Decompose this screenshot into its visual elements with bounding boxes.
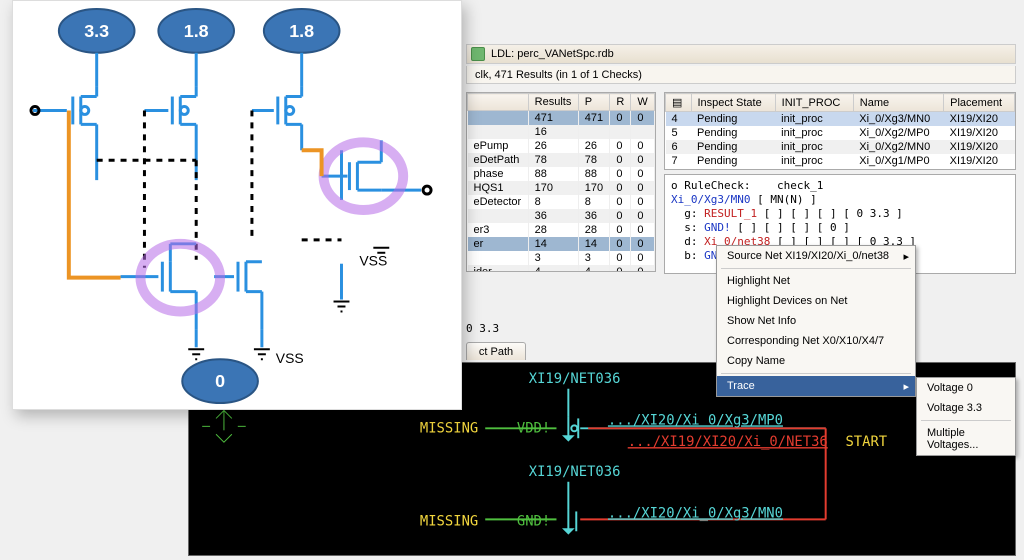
table-row[interactable]: 47147100 — [468, 111, 655, 126]
device-path[interactable]: .../XI20/Xi_0/Xg3/MP0 — [608, 412, 783, 428]
col-p[interactable]: P — [578, 94, 610, 111]
trace-submenu[interactable]: Voltage 0 Voltage 3.3 Multiple Voltages.… — [916, 377, 1016, 456]
missing-label: MISSING — [420, 420, 478, 436]
context-menu[interactable]: Source Net XI19/XI20/Xi_0/net38 Highligh… — [716, 245, 916, 397]
menu-trace[interactable]: Trace▸ — [717, 376, 915, 396]
col-icon[interactable]: ▤ — [666, 94, 692, 112]
table-row[interactable]: 7Pendinginit_procXi_0/Xg1/MP0XI19/XI20 — [666, 154, 1015, 168]
table-row[interactable]: ider4400 — [468, 265, 655, 272]
menu-show-net-info[interactable]: Show Net Info — [717, 311, 915, 331]
voltage-bubble: 3.3 — [84, 21, 109, 41]
net-path[interactable]: .../XI19/XI20/Xi_0/NET36 — [628, 434, 828, 450]
title-label: LDL: perc_VANetSpc.rdb — [491, 48, 614, 60]
col-w[interactable]: W — [631, 94, 655, 111]
table-row[interactable]: 363600 — [468, 209, 655, 223]
table-row[interactable]: 16 — [468, 125, 655, 139]
menu-copy-name[interactable]: Copy Name — [717, 351, 915, 371]
col-r[interactable]: R — [610, 94, 631, 111]
vss-label: VSS — [276, 350, 304, 366]
table-row[interactable]: HQS117017000 — [468, 181, 655, 195]
inspect-table[interactable]: ▤ Inspect State INIT_PROC Name Placement… — [664, 92, 1016, 170]
table-row[interactable]: phase888800 — [468, 167, 655, 181]
submenu-multiple[interactable]: Multiple Voltages... — [917, 423, 1015, 455]
gnd-label: GND! — [517, 513, 550, 529]
submenu-v0[interactable]: Voltage 0 — [917, 378, 1015, 398]
device-path[interactable]: .../XI20/Xi_0/Xg3/MN0 — [608, 505, 783, 521]
rc-node[interactable]: Xi_0/Xg3/MN0 — [671, 193, 750, 206]
col-inspect-state[interactable]: Inspect State — [691, 94, 775, 112]
net-label: XI19/NET036 — [529, 371, 621, 387]
col-init-proc[interactable]: INIT_PROC — [775, 94, 853, 112]
schematic-overlay: 3.3 1.8 1.8 0 — [12, 0, 462, 410]
summary-bar: clk, 471 Results (in 1 of 1 Checks) — [466, 66, 1016, 84]
missing-label: MISSING — [420, 513, 478, 529]
inspect-path-tab[interactable]: ct Path — [466, 342, 526, 360]
menu-source-net[interactable]: Source Net XI19/XI20/Xi_0/net38 — [717, 246, 915, 266]
table-row[interactable]: 4Pendinginit_procXi_0/Xg3/MN0XI19/XI20 — [666, 112, 1015, 127]
net-label: XI19/NET036 — [529, 464, 621, 480]
table-row[interactable]: 3300 — [468, 251, 655, 265]
table-row[interactable]: er141400 — [468, 237, 655, 251]
voltage-bubble: 1.8 — [289, 21, 314, 41]
menu-sep — [721, 268, 911, 269]
title-bar: LDL: perc_VANetSpc.rdb — [466, 44, 1016, 64]
col-name[interactable] — [468, 94, 529, 111]
vss-label: VSS — [359, 253, 387, 269]
col-results[interactable]: Results — [528, 94, 578, 111]
table-row[interactable]: er3282800 — [468, 223, 655, 237]
table-row[interactable]: 6Pendinginit_procXi_0/Xg2/MN0XI19/XI20 — [666, 140, 1015, 154]
voltage-range-text: 0 3.3 — [466, 322, 499, 335]
table-row[interactable]: 5Pendinginit_procXi_0/Xg2/MP0XI19/XI20 — [666, 126, 1015, 140]
voltage-bubble: 0 — [215, 371, 225, 391]
start-label: START — [845, 434, 887, 450]
submenu-sep — [921, 420, 1011, 421]
ldl-icon — [471, 47, 485, 61]
submenu-v33[interactable]: Voltage 3.3 — [917, 398, 1015, 418]
menu-corresponding-net[interactable]: Corresponding Net X0/X10/X4/7▸ — [717, 331, 915, 351]
col-name[interactable]: Name — [853, 94, 943, 112]
menu-sep2 — [721, 373, 911, 374]
table-row[interactable]: eDetPath787800 — [468, 153, 655, 167]
rc-s[interactable]: GND! — [704, 221, 731, 234]
voltage-bubble: 1.8 — [184, 21, 209, 41]
col-placement[interactable]: Placement — [944, 94, 1015, 112]
results-table[interactable]: Results P R W 4714710016ePump262600eDetP… — [466, 92, 656, 272]
table-row[interactable]: eDetector8800 — [468, 195, 655, 209]
rc-g[interactable]: RESULT_1 — [704, 207, 757, 220]
menu-highlight-devices[interactable]: Highlight Devices on Net — [717, 291, 915, 311]
menu-highlight-net[interactable]: Highlight Net — [717, 271, 915, 291]
summary-text: clk, 471 Results (in 1 of 1 Checks) — [475, 69, 642, 81]
rc-line1: o RuleCheck: check_1 — [671, 179, 823, 192]
table-row[interactable]: ePump262600 — [468, 139, 655, 153]
